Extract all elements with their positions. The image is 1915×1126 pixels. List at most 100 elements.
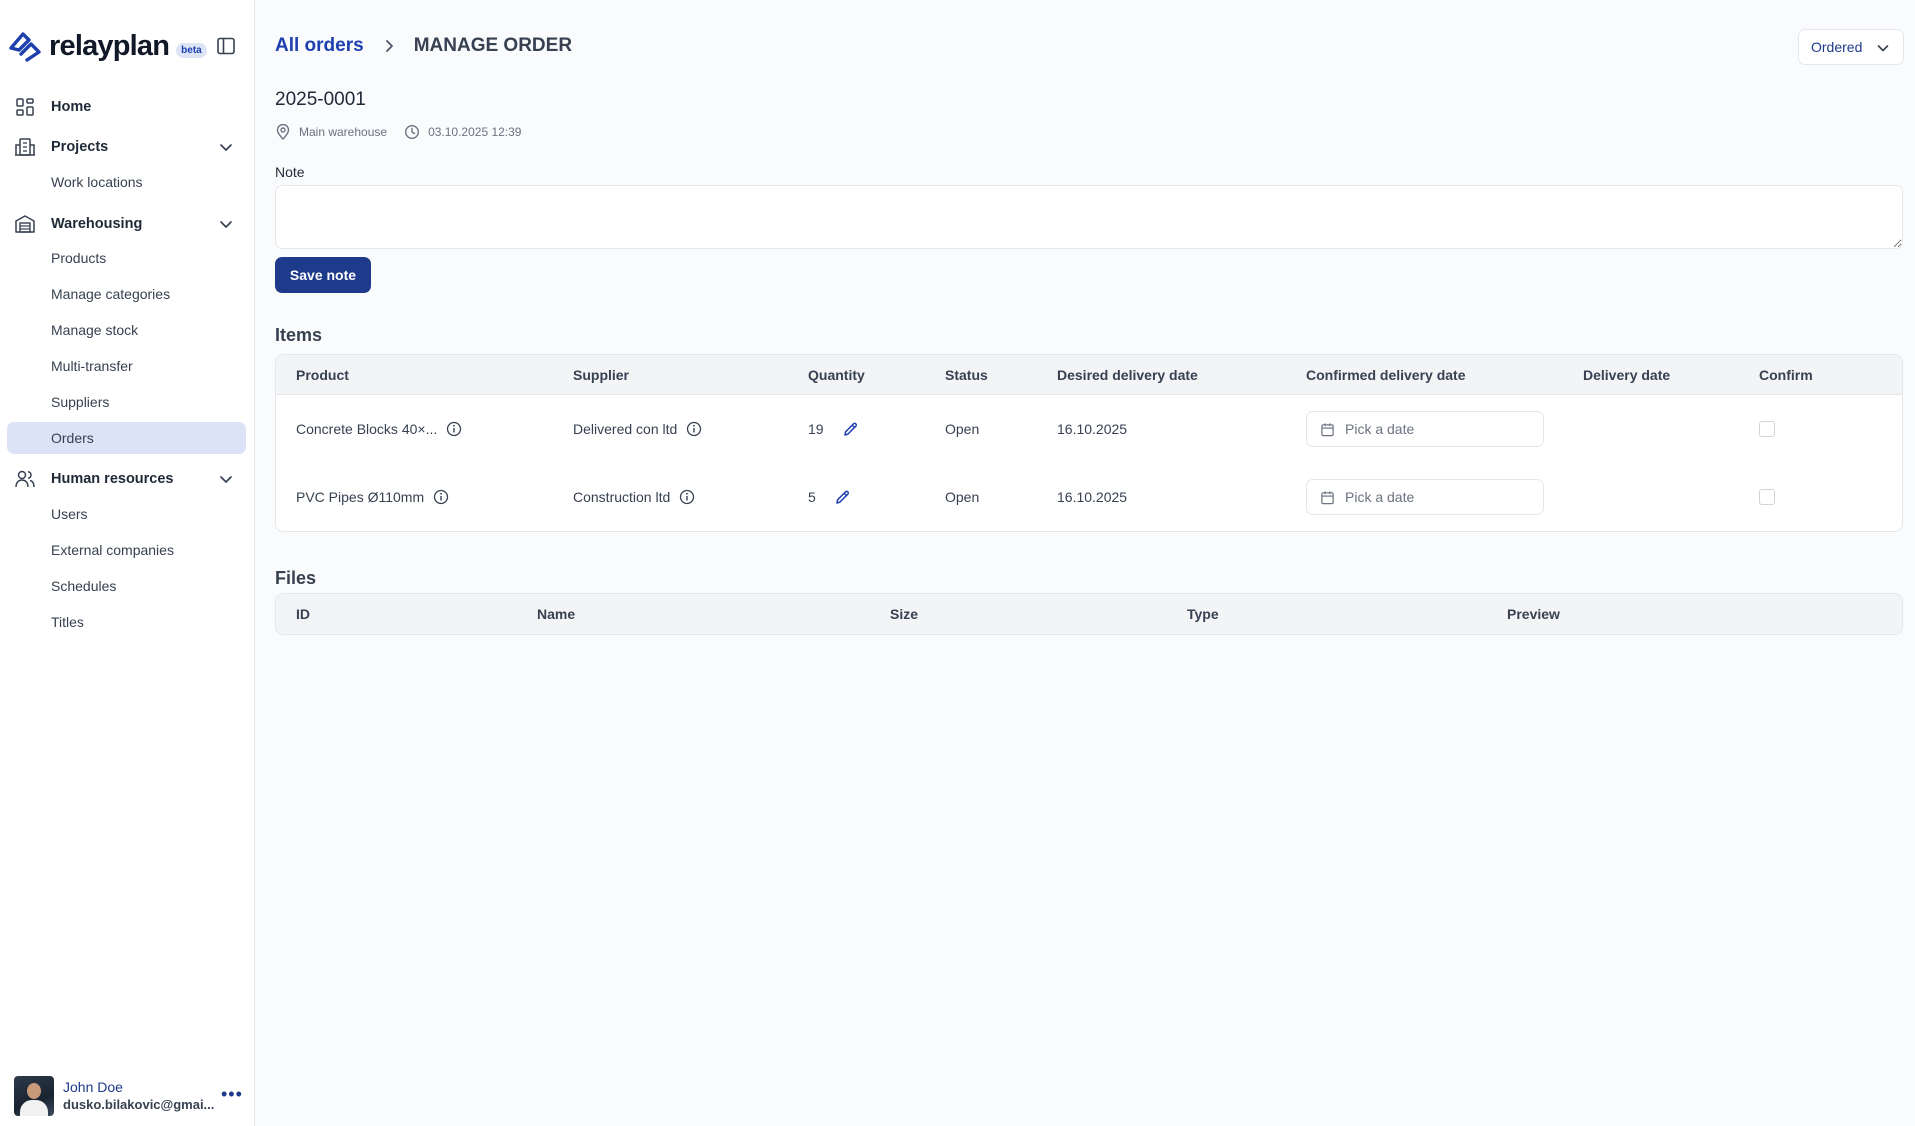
info-icon[interactable]	[433, 489, 449, 505]
confirm-checkbox[interactable]	[1759, 421, 1775, 437]
column-header: Confirmed delivery date	[1306, 367, 1466, 383]
column-header: Status	[945, 367, 988, 383]
product-cell: PVC Pipes Ø110mm	[296, 463, 449, 531]
date-picker-button[interactable]: Pick a date	[1306, 411, 1544, 447]
confirm-checkbox[interactable]	[1759, 489, 1775, 505]
sidebar-item-label: Work locations	[51, 174, 143, 190]
confirmed-date-cell: Pick a date	[1306, 395, 1544, 463]
sidebar-item-label: Orders	[51, 430, 94, 446]
column-header: Product	[296, 367, 349, 383]
confirm-cell	[1759, 463, 1775, 531]
info-icon[interactable]	[686, 421, 702, 437]
users-icon	[15, 470, 35, 488]
sidebar-item-label: Users	[51, 506, 88, 522]
column-header: Confirm	[1759, 367, 1813, 383]
breadcrumb-all-orders-link[interactable]: All orders	[275, 35, 364, 57]
sidebar-toggle-icon[interactable]	[216, 36, 236, 56]
sidebar-item-schedules[interactable]: Schedules	[7, 570, 246, 602]
date-picker-button[interactable]: Pick a date	[1306, 479, 1544, 515]
sidebar-item-work-locations[interactable]: Work locations	[7, 166, 246, 198]
sidebar-group-warehousing[interactable]: Warehousing	[0, 207, 255, 241]
sidebar-item-label: Schedules	[51, 578, 117, 594]
items-section-title: Items	[275, 325, 323, 345]
sidebar-item-label: Titles	[51, 614, 84, 630]
sidebar-group-label: Warehousing	[51, 216, 143, 232]
sidebar-item-label: Suppliers	[51, 394, 110, 410]
order-status-value: Ordered	[1811, 39, 1863, 55]
files-section-title: Files	[275, 568, 317, 588]
quantity-value: 5	[808, 489, 816, 505]
column-header: Name	[537, 606, 576, 622]
column-header: Type	[1187, 606, 1219, 622]
product-name: PVC Pipes Ø110mm	[296, 489, 425, 505]
supplier-cell: Delivered con ltd	[573, 395, 702, 463]
sidebar-item-manage-stock[interactable]: Manage stock	[7, 314, 246, 346]
page-title: MANAGE ORDER	[413, 35, 573, 56]
user-name: John Doe	[63, 1079, 123, 1095]
sidebar-item-products[interactable]: Products	[7, 242, 246, 274]
column-header: ID	[296, 606, 310, 622]
sidebar-group-label: Human resources	[51, 471, 174, 487]
confirm-cell	[1759, 395, 1775, 463]
order-datetime: 03.10.2025 12:39	[428, 125, 522, 139]
chevron-down-icon	[220, 221, 232, 228]
dashboard-icon	[16, 98, 34, 116]
sidebar-item-label: Manage categories	[51, 286, 171, 302]
quantity-cell: 5	[808, 463, 851, 531]
pencil-icon[interactable]	[834, 489, 851, 506]
avatar	[14, 1076, 54, 1116]
quantity-cell: 19	[808, 395, 859, 463]
desired-date-cell: 16.10.2025	[1057, 489, 1128, 505]
files-table-header: ID Name Size Type Preview	[276, 594, 1902, 634]
sidebar-item-multi-transfer[interactable]: Multi-transfer	[7, 350, 246, 382]
sidebar-item-users[interactable]: Users	[7, 498, 246, 530]
calendar-icon	[1321, 422, 1334, 436]
sidebar-item-home[interactable]: Home	[0, 90, 255, 124]
quantity-value: 19	[808, 421, 824, 437]
supplier-cell: Construction ltd	[573, 463, 695, 531]
sidebar-item-titles[interactable]: Titles	[7, 606, 246, 638]
beta-badge: beta	[176, 42, 207, 58]
confirmed-date-cell: Pick a date	[1306, 463, 1544, 531]
sidebar-item-label: Products	[51, 250, 107, 266]
brand[interactable]: relayplan beta	[7, 26, 207, 66]
user-profile[interactable]: John Doe dusko.bilakovic@gmai... •••	[14, 1076, 244, 1116]
items-table: Product Supplier Quantity Status Desired…	[275, 354, 1903, 532]
column-header: Supplier	[573, 367, 630, 383]
status-cell: Open	[945, 489, 980, 505]
items-table-header: Product Supplier Quantity Status Desired…	[276, 355, 1902, 395]
building-icon	[15, 138, 35, 156]
sidebar-item-orders[interactable]: Orders	[7, 422, 246, 454]
chevron-down-icon	[220, 144, 232, 151]
warehouse-icon	[15, 215, 35, 233]
column-header: Preview	[1507, 606, 1560, 622]
sidebar-group-projects[interactable]: Projects	[0, 130, 255, 164]
sidebar-group-label: Projects	[51, 139, 109, 155]
column-header: Quantity	[808, 367, 865, 383]
save-note-button[interactable]: Save note	[275, 257, 371, 293]
breadcrumb: All orders MANAGE ORDER	[275, 35, 572, 57]
date-picker-placeholder: Pick a date	[1345, 421, 1415, 437]
order-status-select[interactable]: Ordered	[1798, 29, 1904, 65]
sidebar-item-suppliers[interactable]: Suppliers	[7, 386, 246, 418]
main-content: All orders MANAGE ORDER Ordered 2025-000…	[255, 0, 1915, 1126]
product-name: Concrete Blocks 40×...	[296, 421, 438, 437]
status-cell: Open	[945, 421, 980, 437]
info-icon[interactable]	[679, 489, 695, 505]
clock-icon	[405, 124, 420, 140]
sidebar-item-manage-categories[interactable]: Manage categories	[7, 278, 246, 310]
calendar-icon	[1321, 490, 1334, 504]
order-meta: Main warehouse 03.10.2025 12:39	[275, 124, 521, 140]
sidebar: relayplan beta Home Projects Work locati…	[0, 0, 255, 1126]
sidebar-item-external-companies[interactable]: External companies	[7, 534, 246, 566]
sidebar-group-human-resources[interactable]: Human resources	[0, 462, 255, 496]
note-textarea[interactable]	[275, 185, 1903, 249]
sidebar-item-label: Home	[51, 99, 92, 115]
pencil-icon[interactable]	[842, 421, 859, 438]
more-options-icon[interactable]: •••	[221, 1085, 243, 1103]
sidebar-item-label: Multi-transfer	[51, 358, 133, 374]
info-icon[interactable]	[446, 421, 462, 437]
order-id: 2025-0001	[275, 89, 366, 110]
desired-date-cell: 16.10.2025	[1057, 421, 1128, 437]
location-pin-icon	[276, 124, 290, 140]
